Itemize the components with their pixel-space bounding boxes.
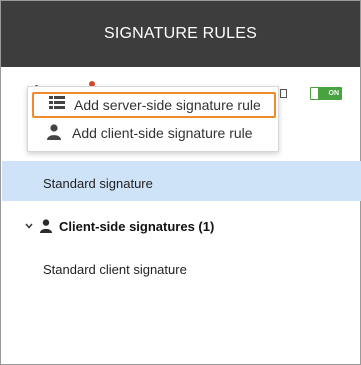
enable-toggle[interactable]: ON <box>310 87 342 100</box>
chevron-down-icon[interactable] <box>25 223 33 229</box>
person-icon <box>47 124 65 142</box>
menu-item-label: Add client-side signature rule <box>72 125 253 141</box>
toggle-label: ON <box>328 90 340 97</box>
panel-title: SIGNATURE RULES <box>104 25 257 42</box>
menu-item-add-server-side-rule[interactable]: Add server-side signature rule <box>32 92 276 118</box>
toggle-knob <box>311 88 318 99</box>
add-rule-dropdown-menu: Add server-side signature rule Add clien… <box>27 86 279 152</box>
person-icon <box>40 219 52 233</box>
signature-rules-panel: SIGNATURE RULES ON ⌄ Standard signature … <box>0 0 361 365</box>
panel-header: SIGNATURE RULES <box>1 1 360 67</box>
group-label: Client-side signatures (1) <box>59 218 215 234</box>
menu-item-add-client-side-rule[interactable]: Add client-side signature rule <box>32 120 276 146</box>
list-item-label[interactable]: Standard signature <box>43 176 153 191</box>
group-header-client-side[interactable]: Client-side signatures (1) <box>25 217 214 235</box>
menu-item-label: Add server-side signature rule <box>74 97 261 113</box>
server-grid-icon <box>49 96 67 114</box>
list-item-label[interactable]: Standard client signature <box>43 262 187 277</box>
toolbar-checkbox-icon[interactable] <box>280 89 287 98</box>
